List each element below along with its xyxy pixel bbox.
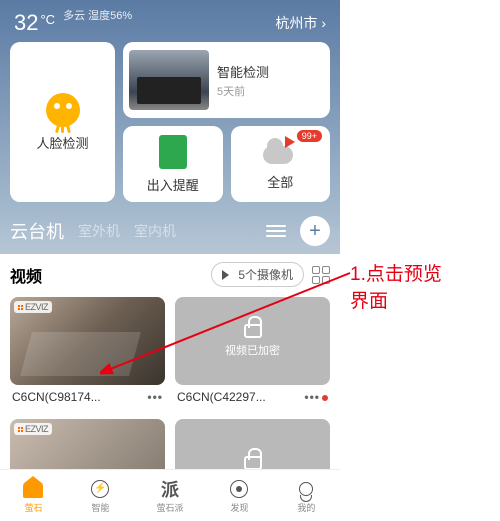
smart-thumbnail [129,50,209,110]
brand-badge: EZVIZ [14,423,52,435]
exit-label: 出入提醒 [147,175,199,194]
video-header: 视频 5个摄像机 [10,262,330,287]
tab-smart[interactable]: 智能 [89,478,111,514]
tab-outdoor[interactable]: 室外机 [78,221,120,241]
city-selector[interactable]: 杭州市 › [275,13,326,33]
video-item-1: EZVIZ C6CN(C98174... ••• [10,297,165,409]
camera-count-button[interactable]: 5个摄像机 [211,262,304,287]
profile-icon [295,478,317,500]
city-name: 杭州市 [275,13,317,33]
bottom-tabbar: 萤石 智能 派 萤石派 发现 我的 [0,469,340,521]
status-bar: 32 °C 多云 湿度56% 杭州市 › [0,0,340,42]
temp-value: 32 [14,10,38,36]
add-button[interactable]: + [300,216,330,246]
phone-screen: 32 °C 多云 湿度56% 杭州市 › 人脸检测 智能检测 5天前 [0,0,340,521]
smart-icon [89,478,111,500]
chevron-right-icon: › [321,15,326,31]
encrypted-text: 视频已加密 [225,342,280,358]
tab-pai[interactable]: 派 萤石派 [156,478,183,514]
more-icon[interactable]: ••• [147,390,163,404]
more-with-dot[interactable]: ••• [304,390,328,404]
category-tabs: 云台机 室外机 室内机 + [0,202,340,254]
all-card[interactable]: 99+ 全部 [231,126,331,202]
tab-pai-label: 萤石派 [156,501,183,514]
grid-view-icon[interactable] [312,266,330,284]
play-icon [222,270,234,280]
tab-discover-label: 发现 [230,501,248,514]
all-label: 全部 [267,172,293,191]
video-name-1: C6CN(C98174... [12,390,101,404]
tab-indoor[interactable]: 室内机 [134,221,176,241]
brand-badge: EZVIZ [14,301,52,313]
video-item-2: 视频已加密 C6CN(C42297... ••• [175,297,330,409]
face-icon [46,93,80,127]
pai-icon: 派 [159,478,181,500]
temperature: 32 °C [14,10,55,36]
weather-text: 多云 湿度56% [63,10,132,23]
tab-smart-label: 智能 [91,501,109,514]
tab-ptz[interactable]: 云台机 [10,218,64,244]
video-preview-2[interactable]: 视频已加密 [175,297,330,385]
cloud-play-icon [263,138,297,166]
smart-detection-card[interactable]: 智能检测 5天前 [123,42,330,118]
lock-icon [244,456,262,470]
annotation-line2: 界面 [350,289,442,316]
smart-label: 智能检测 [217,62,269,81]
annotation-line1: 1.点击预览 [350,262,442,289]
tab-discover[interactable]: 发现 [228,478,250,514]
exit-alert-card[interactable]: 出入提醒 [123,126,223,202]
alert-dot-icon [322,395,328,401]
tab-mine[interactable]: 我的 [295,478,317,514]
face-detection-card[interactable]: 人脸检测 [10,42,115,202]
menu-icon[interactable] [266,225,286,237]
camera-count: 5个摄像机 [238,266,293,283]
home-icon [22,478,44,500]
video-name-2: C6CN(C42297... [177,390,266,404]
face-label: 人脸检测 [36,133,88,152]
temp-unit: °C [40,12,55,27]
door-icon [159,135,187,169]
tab-home[interactable]: 萤石 [22,478,44,514]
video-title: 视频 [10,263,203,287]
annotation-text: 1.点击预览 界面 [350,262,442,315]
feature-cards: 人脸检测 智能检测 5天前 出入提醒 99+ 全部 [0,42,340,202]
tab-mine-label: 我的 [297,501,315,514]
tab-home-label: 萤石 [24,501,42,514]
discover-icon [228,478,250,500]
lock-icon [244,324,262,338]
smart-sub: 5天前 [217,83,269,99]
video-preview-1[interactable]: EZVIZ [10,297,165,385]
